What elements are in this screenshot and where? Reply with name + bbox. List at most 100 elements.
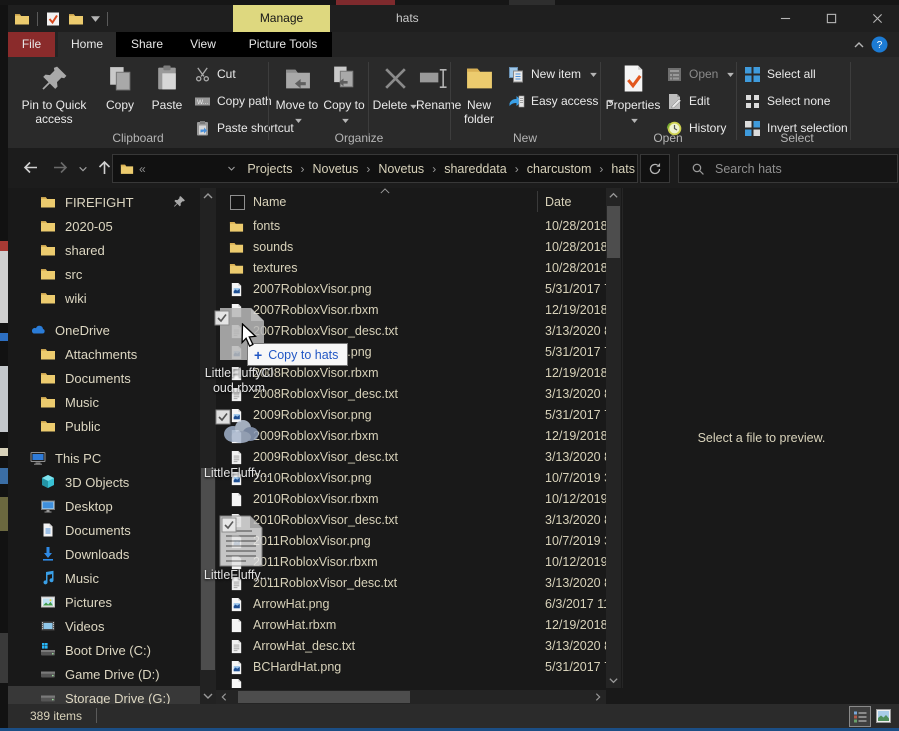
sidebar-item[interactable]: Documents	[8, 518, 200, 542]
sidebar-item[interactable]: shared	[8, 238, 200, 262]
select-none-button[interactable]: Select none	[744, 90, 830, 112]
folder-icon[interactable]	[14, 11, 30, 27]
file-row[interactable]: ArrowHat.png 6/3/2017 11	[216, 594, 606, 615]
breadcrumb-overflow-chevron[interactable]: «	[139, 162, 146, 176]
delete-button[interactable]: Delete	[372, 60, 418, 112]
collapse-ribbon-icon[interactable]	[853, 39, 865, 51]
breadcrumb-item[interactable]: Projects	[245, 162, 294, 176]
file-list-horizontal-scrollbar[interactable]	[216, 690, 606, 704]
breadcrumb-item[interactable]: Novetus	[376, 162, 426, 176]
sidebar-item[interactable]: 3D Objects	[8, 470, 200, 494]
manage-contextual-tab[interactable]: Manage	[233, 5, 330, 32]
copy-button[interactable]: Copy	[98, 60, 142, 112]
sidebar-scrollbar[interactable]	[200, 188, 216, 704]
recent-locations-chevron-icon[interactable]	[78, 164, 88, 174]
pin-to-quick-access-button[interactable]: Pin to Quick access	[12, 60, 96, 126]
properties-check-icon[interactable]	[45, 11, 61, 27]
sidebar-item[interactable]: src	[8, 262, 200, 286]
search-box[interactable]	[678, 154, 898, 183]
column-header-date[interactable]: Date	[545, 195, 571, 209]
breadcrumb-item[interactable]: Novetus	[310, 162, 360, 176]
forward-icon[interactable]	[52, 159, 69, 176]
file-row[interactable]: 2011RobloxVisor.png 10/7/2019 3	[216, 531, 606, 552]
file-row[interactable]: BCHardHat.png 5/31/2017 7	[216, 657, 606, 678]
sidebar-item[interactable]: wiki	[8, 286, 200, 310]
open-button[interactable]: Open	[666, 63, 734, 85]
help-icon[interactable]: ?	[871, 36, 888, 53]
sidebar-item[interactable]: Pictures	[8, 590, 200, 614]
column-header-name[interactable]: Name	[253, 195, 286, 209]
sidebar-item[interactable]: FIREFIGHT	[8, 190, 200, 214]
file-row[interactable]: textures 10/28/2018	[216, 258, 606, 279]
tab-picture-tools[interactable]: Picture Tools	[235, 32, 331, 57]
file-row[interactable]: ArrowHat.rbxm 12/19/2018	[216, 615, 606, 636]
back-icon[interactable]	[22, 159, 39, 176]
file-row[interactable]: ArrowHat_desc.txt 3/13/2020 8	[216, 636, 606, 657]
copy-path-button[interactable]: W... Copy path	[194, 90, 272, 112]
sidebar-item[interactable]: Music	[8, 390, 200, 414]
details-view-button[interactable]	[849, 706, 871, 727]
properties-button[interactable]: Properties	[602, 60, 664, 126]
paste-button[interactable]: Paste	[144, 60, 190, 112]
scroll-down-icon[interactable]	[202, 690, 214, 702]
select-all-checkbox[interactable]	[230, 195, 245, 210]
scrollbar-thumb[interactable]	[201, 468, 215, 670]
breadcrumb-item[interactable]: charcustom	[525, 162, 594, 176]
cut-button[interactable]: Cut	[194, 63, 236, 85]
file-row[interactable]: 2008RobloxVisor_desc.txt 3/13/2020 8	[216, 384, 606, 405]
file-list-vertical-scrollbar[interactable]	[606, 188, 621, 688]
breadcrumb-item[interactable]: hats	[609, 162, 637, 176]
file-row[interactable]: sounds 10/28/2018	[216, 237, 606, 258]
file-row[interactable]: 2009RobloxVisor.png 5/31/2017 7	[216, 405, 606, 426]
file-row[interactable]: 2009RobloxVisor.rbxm 12/19/2018	[216, 426, 606, 447]
tab-home[interactable]: Home	[58, 32, 116, 57]
file-row[interactable]: 2010RobloxVisor.rbxm 10/12/2019	[216, 489, 606, 510]
scroll-right-icon[interactable]	[593, 692, 603, 702]
breadcrumb-item[interactable]: shareddata	[442, 162, 509, 176]
file-row[interactable]: 2010RobloxVisor.png 10/7/2019 3	[216, 468, 606, 489]
sidebar-item[interactable]: OneDrive	[8, 318, 200, 342]
sidebar-item[interactable]: Documents	[8, 366, 200, 390]
file-row[interactable]: 2007RobloxVisor.png 5/31/2017 7	[216, 279, 606, 300]
address-dropdown-chevron-icon[interactable]	[227, 164, 236, 173]
scroll-up-icon[interactable]	[202, 190, 214, 202]
sidebar-item[interactable]: Downloads	[8, 542, 200, 566]
refresh-button[interactable]	[640, 154, 670, 183]
edit-button[interactable]: Edit	[666, 90, 710, 112]
file-row[interactable]: 2011RobloxVisor_desc.txt 3/13/2020 8	[216, 573, 606, 594]
search-input[interactable]	[713, 161, 877, 177]
easy-access-button[interactable]: Easy access	[508, 90, 614, 112]
sidebar-item[interactable]: Boot Drive (C:)	[8, 638, 200, 662]
scroll-down-icon[interactable]	[608, 675, 619, 686]
close-button[interactable]	[855, 5, 899, 32]
sidebar-item[interactable]: Game Drive (D:)	[8, 662, 200, 686]
file-row[interactable]: 2007RobloxVisor_desc.txt 3/13/2020 8	[216, 321, 606, 342]
sidebar-item[interactable]: This PC	[8, 446, 200, 470]
large-icons-view-button[interactable]	[873, 706, 893, 725]
maximize-button[interactable]	[809, 5, 854, 32]
move-to-button[interactable]: Move to	[272, 60, 322, 126]
tab-view[interactable]: View	[178, 32, 228, 57]
file-row[interactable]: 2008RobloxVisor.png 5/31/2017 7	[216, 342, 606, 363]
tab-file[interactable]: File	[8, 32, 55, 57]
file-row[interactable]: 2010RobloxVisor_desc.txt 3/13/2020 8	[216, 510, 606, 531]
address-bar[interactable]: « Projects› Novetus› Novetus› shareddata…	[112, 154, 638, 183]
file-row[interactable]: 2008RobloxVisor.rbxm 12/19/2018	[216, 363, 606, 384]
minimize-button[interactable]	[763, 5, 808, 32]
new-item-button[interactable]: New item	[508, 63, 597, 85]
sidebar-item[interactable]: 2020-05	[8, 214, 200, 238]
new-folder-button[interactable]: New folder	[456, 60, 502, 126]
file-row[interactable]: 2009RobloxVisor_desc.txt 3/13/2020 8	[216, 447, 606, 468]
sidebar-item[interactable]: Videos	[8, 614, 200, 638]
file-row[interactable]: 2007RobloxVisor.rbxm 12/19/2018	[216, 300, 606, 321]
file-row[interactable]: fonts 10/28/2018	[216, 216, 606, 237]
scroll-up-icon[interactable]	[608, 190, 619, 201]
copy-to-button[interactable]: Copy to	[322, 60, 366, 126]
select-all-button[interactable]: Select all	[744, 63, 816, 85]
scrollbar-thumb[interactable]	[607, 206, 620, 258]
sidebar-item[interactable]: Public	[8, 414, 200, 438]
chevron-down-icon[interactable]	[91, 14, 100, 23]
sidebar-item[interactable]: Attachments	[8, 342, 200, 366]
sidebar-item[interactable]: Music	[8, 566, 200, 590]
scrollbar-thumb[interactable]	[238, 691, 410, 703]
